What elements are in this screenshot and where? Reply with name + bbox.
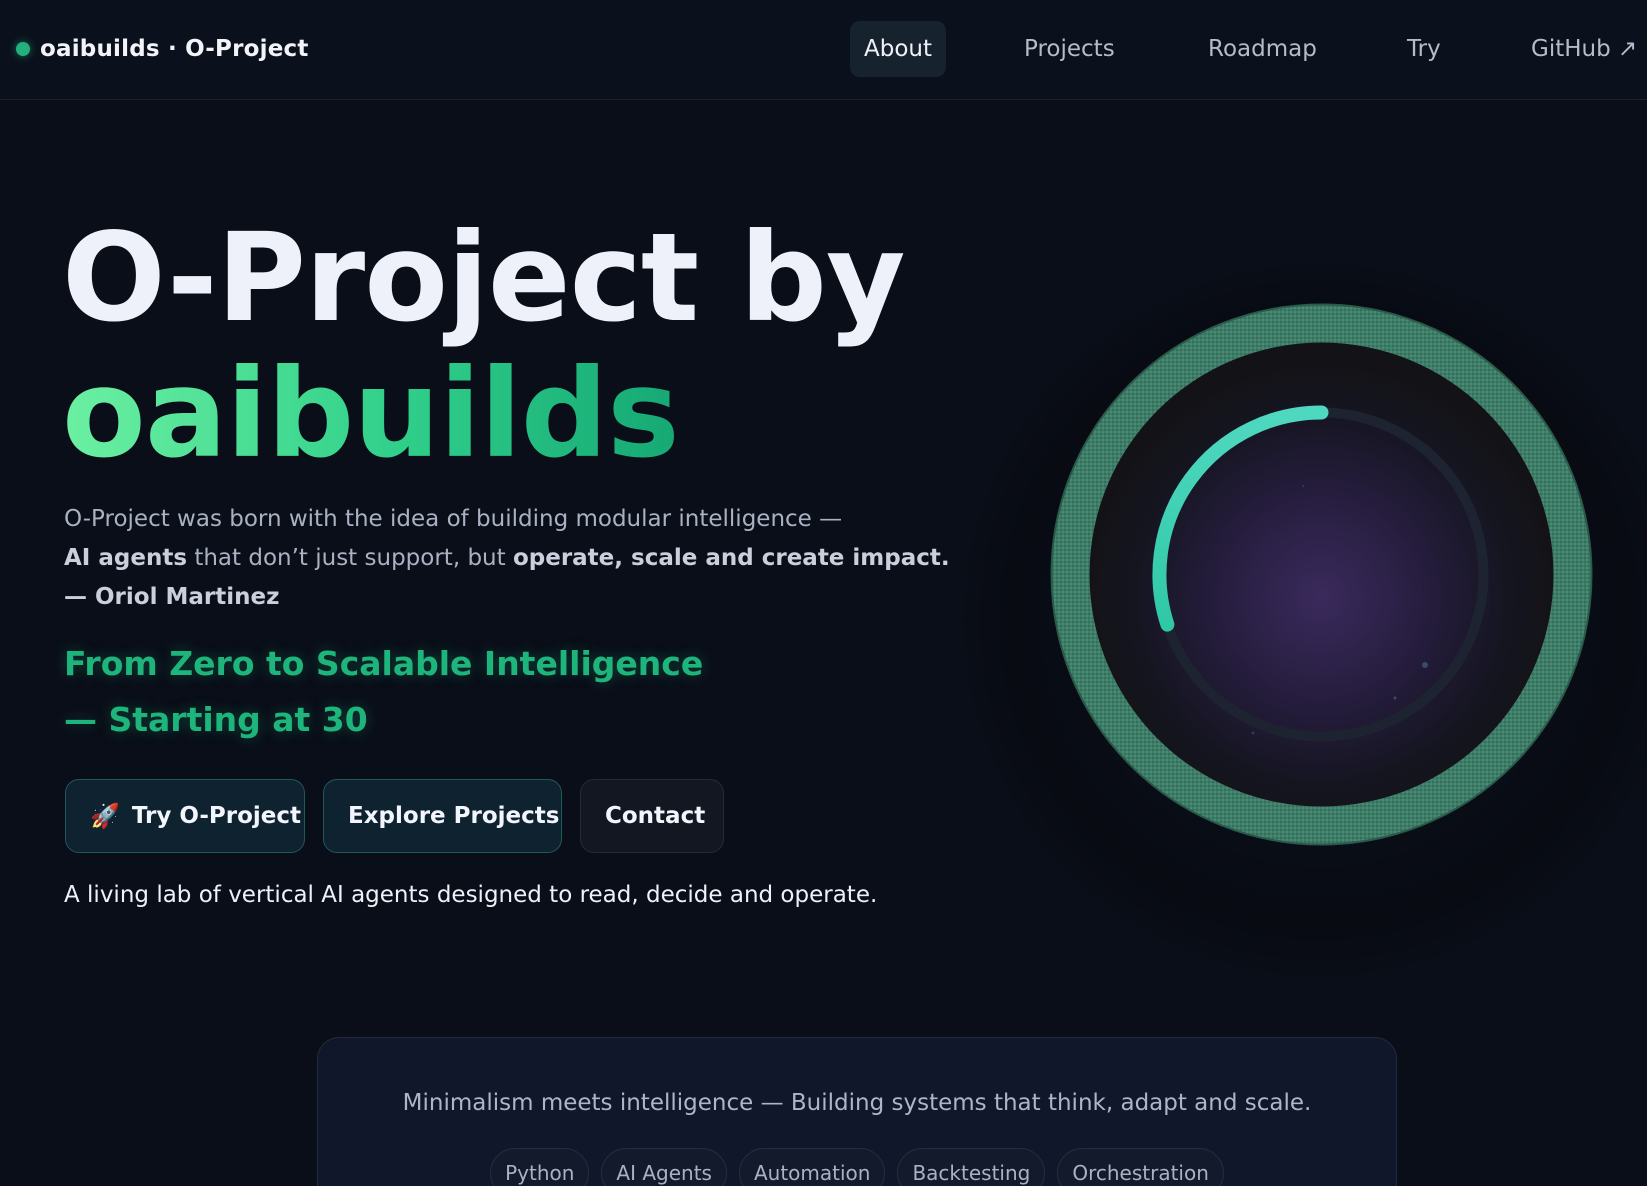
nav-link-about[interactable]: About	[850, 21, 947, 77]
try-button-label: Try O-Project	[131, 803, 302, 829]
tagline-line2: — Starting at 30	[64, 700, 368, 739]
nav-link-projects[interactable]: Projects	[1010, 21, 1129, 77]
brand[interactable]: oaibuilds · O-Project	[16, 34, 309, 64]
chip-orchestration: Orchestration	[1057, 1148, 1224, 1186]
lab-description: A living lab of vertical AI agents desig…	[64, 882, 878, 908]
contact-button-label: Contact	[605, 803, 706, 829]
intro-card: Minimalism meets intelligence — Building…	[317, 1037, 1397, 1186]
explore-button-label: Explore Projects	[348, 803, 560, 829]
orb-particle	[1251, 731, 1255, 735]
try-o-project-button[interactable]: 🚀 Try O-Project	[65, 779, 305, 853]
intro-bold-ai-agents: AI agents	[64, 545, 188, 571]
chip-ai-agents: AI Agents	[601, 1148, 727, 1186]
orb-particle	[1422, 662, 1428, 668]
orb-particle	[1301, 484, 1305, 488]
rocket-icon: 🚀	[90, 802, 120, 830]
intro-line1: O-Project was born with the idea of buil…	[64, 506, 843, 532]
status-dot-icon	[16, 42, 30, 56]
brand-name: oaibuilds · O-Project	[40, 36, 309, 62]
nav-link-roadmap[interactable]: Roadmap	[1194, 21, 1331, 77]
orb-particle	[1393, 696, 1397, 700]
intro-author: — Oriol Martinez	[64, 584, 280, 610]
hero-title-accent: oaibuilds	[62, 343, 680, 485]
progress-orb	[1050, 303, 1593, 846]
contact-button[interactable]: Contact	[580, 779, 724, 853]
chip-automation: Automation	[738, 1148, 886, 1186]
intro-bold-impact: operate, scale and create impact.	[512, 545, 950, 571]
tagline: From Zero to Scalable Intelligence — Sta…	[64, 636, 824, 748]
hero-title-line1: O-Project by	[62, 207, 906, 349]
nav-link-github[interactable]: GitHub ↗	[1517, 21, 1647, 77]
intro-quote: O-Project was born with the idea of buil…	[64, 500, 964, 617]
nav-link-try[interactable]: Try	[1393, 21, 1455, 77]
chip-backtesting: Backtesting	[897, 1148, 1046, 1186]
top-nav: oaibuilds · O-Project About Projects Roa…	[0, 0, 1647, 100]
page: oaibuilds · O-Project About Projects Roa…	[0, 0, 1647, 1186]
tech-chips: Python AI Agents Automation Backtesting …	[318, 1148, 1396, 1186]
chip-python: Python	[490, 1148, 590, 1186]
intro-mid: that don’t just support, but	[187, 545, 513, 571]
card-text: Minimalism meets intelligence — Building…	[402, 1090, 1312, 1116]
hero-title: O-Project by oaibuilds	[62, 207, 906, 485]
tagline-line1: From Zero to Scalable Intelligence	[64, 644, 704, 683]
explore-projects-button[interactable]: Explore Projects	[323, 779, 562, 853]
